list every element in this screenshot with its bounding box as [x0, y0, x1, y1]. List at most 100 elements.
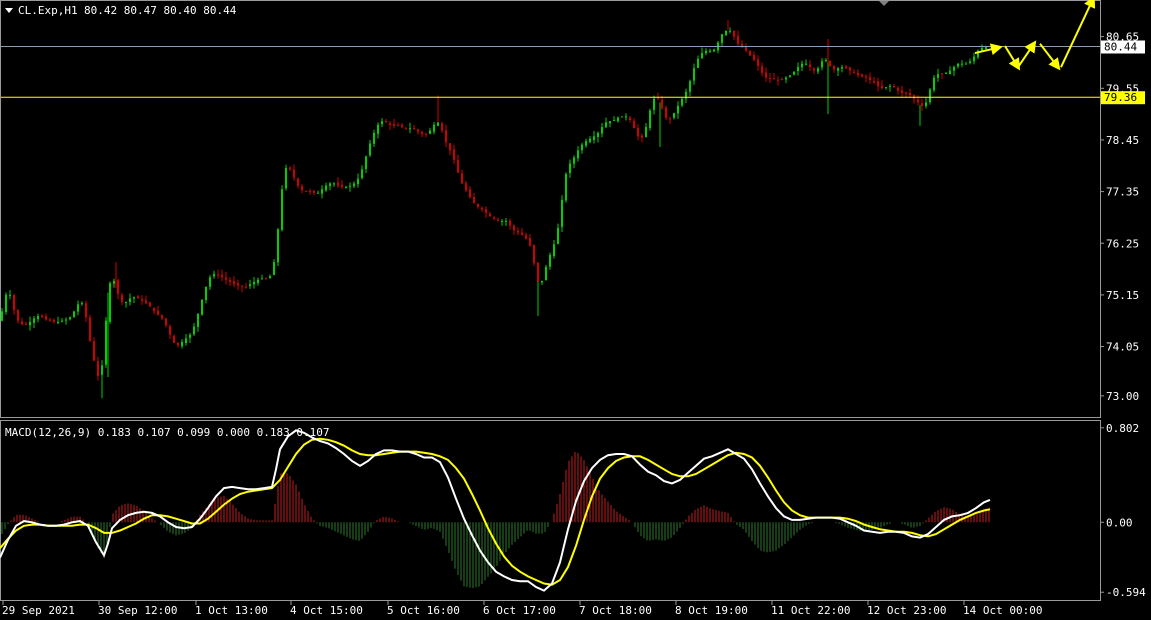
candle [965, 62, 967, 65]
candle [881, 80, 883, 90]
price-tick-label: 74.05 [1106, 341, 1139, 354]
candle [893, 84, 895, 88]
candle [149, 301, 151, 307]
candle [305, 190, 307, 192]
candle [937, 68, 939, 82]
candle [213, 270, 215, 279]
candle [637, 124, 639, 141]
candle [877, 77, 879, 92]
macd-main-line [0, 429, 991, 592]
macd-title: MACD(12,26,9) 0.183 0.107 0.099 0.000 0.… [5, 426, 330, 439]
price-panel-frame [0, 0, 1101, 418]
candle [609, 121, 611, 128]
candle [53, 318, 55, 324]
candle [589, 135, 591, 144]
candle [537, 262, 539, 285]
candle [961, 60, 963, 68]
candle [413, 124, 415, 130]
candle [285, 164, 287, 191]
candle [841, 64, 843, 73]
symbol-menu-triangle-icon[interactable] [5, 8, 13, 13]
candle [297, 177, 299, 189]
candle [729, 27, 731, 34]
candle [289, 166, 291, 172]
candle [933, 74, 935, 93]
candle [145, 295, 147, 305]
candle [573, 155, 575, 169]
candle [957, 63, 959, 69]
candle [117, 278, 119, 300]
candle [333, 182, 335, 187]
macd-panel-frame [0, 420, 1101, 601]
candle [773, 72, 775, 80]
candle [669, 116, 671, 125]
candle [421, 130, 423, 138]
candle [553, 239, 555, 259]
candle [641, 133, 643, 143]
macd-tick-label: -0.594 [1106, 586, 1146, 599]
time-tick-label: 14 Oct 00:00 [963, 604, 1042, 617]
candle [605, 117, 607, 128]
candle [977, 49, 979, 60]
candle [169, 324, 171, 340]
candle [897, 86, 899, 95]
candle [753, 51, 755, 62]
candle [157, 305, 159, 316]
candle [761, 62, 763, 77]
macd-tick-label: 0.00 [1106, 516, 1133, 529]
candle [165, 318, 167, 328]
time-tick-label: 29 Sep 2021 [2, 604, 75, 617]
candle [313, 190, 315, 196]
candle [69, 316, 71, 321]
candle [765, 67, 767, 82]
candle [433, 121, 435, 135]
candle [133, 296, 135, 303]
candle [525, 232, 527, 240]
candle [205, 286, 207, 304]
candle [201, 299, 203, 316]
candle [665, 105, 667, 120]
candle [341, 180, 343, 190]
candle [409, 122, 411, 134]
candle [757, 55, 759, 71]
projection-arrow [1060, 0, 1096, 68]
candle [849, 66, 851, 76]
candle [161, 314, 163, 320]
scroll-marker-icon[interactable] [879, 1, 889, 6]
candle [345, 185, 347, 189]
candle [657, 92, 659, 101]
candle [873, 76, 875, 84]
candle [185, 334, 187, 346]
candle [513, 224, 515, 235]
candle [1, 308, 3, 322]
price-tick-label: 77.35 [1106, 186, 1139, 199]
candle [233, 276, 235, 288]
candle [109, 281, 111, 324]
candle [373, 129, 375, 148]
time-tick-label: 30 Sep 12:00 [98, 604, 177, 617]
candle [261, 274, 263, 280]
price-tick-label: 75.15 [1106, 289, 1139, 302]
candle [13, 293, 15, 315]
level-price-label: 79.36 [1104, 91, 1137, 104]
candle [181, 339, 183, 349]
candle [325, 182, 327, 192]
projection-arrows [974, 0, 1096, 71]
trading-chart[interactable]: 80.6579.5578.4577.3576.2575.1574.0573.00… [0, 0, 1151, 620]
candle [97, 356, 99, 381]
candle [417, 128, 419, 135]
candle [45, 313, 47, 321]
candle [733, 30, 735, 41]
candle [769, 73, 771, 83]
time-tick-label: 12 Oct 23:00 [867, 604, 946, 617]
candle [25, 321, 27, 326]
time-tick-label: 5 Oct 16:00 [387, 604, 460, 617]
candle [5, 292, 7, 315]
candle [837, 67, 839, 76]
candle [949, 66, 951, 75]
candle [61, 318, 63, 323]
candle [405, 127, 407, 131]
candle [613, 116, 615, 121]
price-axis: 80.6579.5578.4577.3576.2575.1574.0573.00 [1100, 31, 1139, 403]
time-tick-label: 4 Oct 15:00 [290, 604, 363, 617]
